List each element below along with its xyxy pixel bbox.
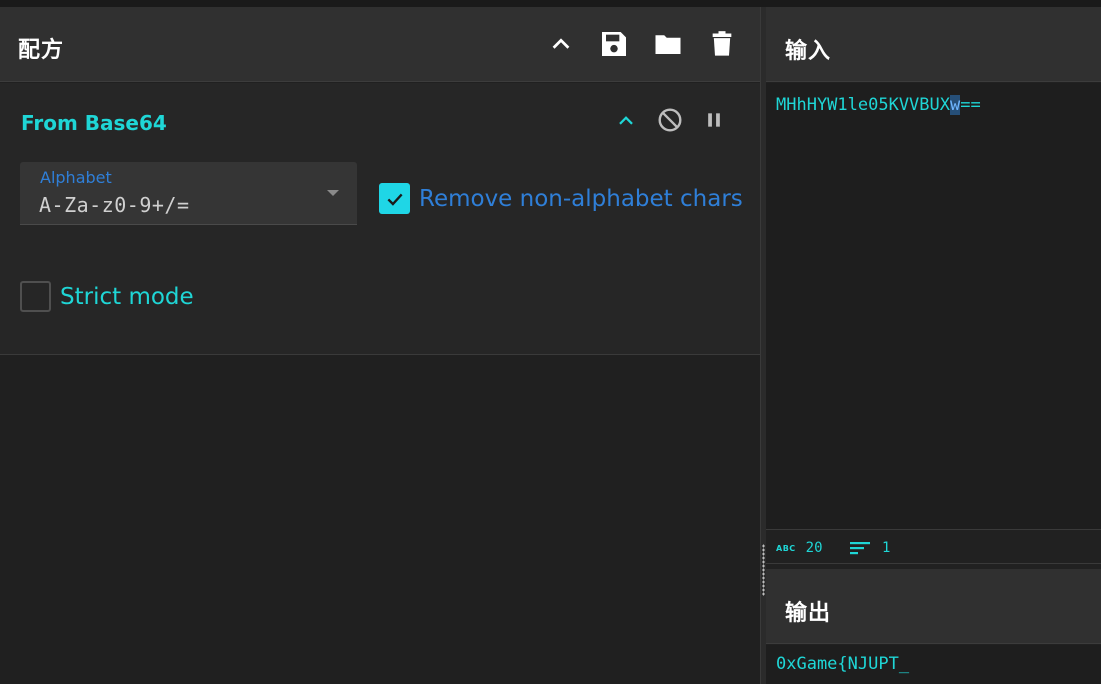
input-text-before: MHhHYW1le05KVVBUX [776,95,950,115]
checkmark-icon [387,193,403,206]
input-status-bar: ABC 20 1 [766,529,1101,564]
collapse-all-button[interactable] [544,27,578,61]
strict-mode-label: Strict mode [60,283,194,310]
input-length-value: 20 [805,540,823,556]
operation-from-base64: From Base64 Alphabet A-Za-z0-9+/= Remove… [0,83,760,355]
load-recipe-button[interactable] [651,27,685,61]
input-text-after: == [960,95,981,115]
recipe-header: 配方 [0,7,760,82]
operation-title: From Base64 [21,111,167,135]
output-title: 输出 [785,601,832,626]
breakpoint-button[interactable] [699,105,729,135]
lines-icon [850,542,870,555]
pause-icon [708,113,720,127]
input-header: 输入 [766,7,1101,82]
input-text: MHhHYW1le05KVVBUXw== [776,95,981,115]
output-header: 输出 [766,569,1101,644]
folder-icon [655,35,681,54]
output-textarea[interactable]: 0xGame{NJUPT_ [766,645,1101,684]
input-lines-value: 1 [882,540,891,556]
recipe-pane: 配方 From Base64 Alphabet A-Za-z0-9+/= Rem… [0,7,760,684]
checkbox-unchecked[interactable] [20,281,51,312]
input-title: 输入 [785,39,832,64]
input-textarea[interactable]: MHhHYW1le05KVVBUXw== [766,83,1101,529]
alphabet-label: Alphabet [40,168,112,187]
resize-grip-icon[interactable] [762,544,765,596]
chevron-up-icon [552,38,570,49]
output-text: 0xGame{NJUPT_ [776,654,910,674]
alphabet-select[interactable]: Alphabet A-Za-z0-9+/= [20,162,357,225]
window-top-strip [0,0,1101,7]
remove-non-alphabet-checkbox[interactable]: Remove non-alphabet chars [379,183,743,214]
disable-icon [658,108,682,132]
input-length-stat: ABC 20 [776,540,823,556]
trash-icon [712,31,732,56]
chevron-up-icon [619,116,633,125]
strict-mode-checkbox[interactable]: Strict mode [20,281,194,312]
disable-operation-button[interactable] [655,105,685,135]
dropdown-caret-icon [327,190,339,196]
alphabet-value: A-Za-z0-9+/= [39,193,190,217]
collapse-operation-button[interactable] [611,105,641,135]
recipe-title: 配方 [18,38,65,63]
save-recipe-button[interactable] [597,27,631,61]
input-lines-stat: 1 [850,540,890,556]
save-icon [602,32,626,56]
checkbox-checked[interactable] [379,183,410,214]
remove-non-alphabet-label: Remove non-alphabet chars [419,185,743,212]
abc-icon: ABC [776,543,796,553]
input-text-selected: w [950,95,961,115]
clear-recipe-button[interactable] [705,27,739,61]
